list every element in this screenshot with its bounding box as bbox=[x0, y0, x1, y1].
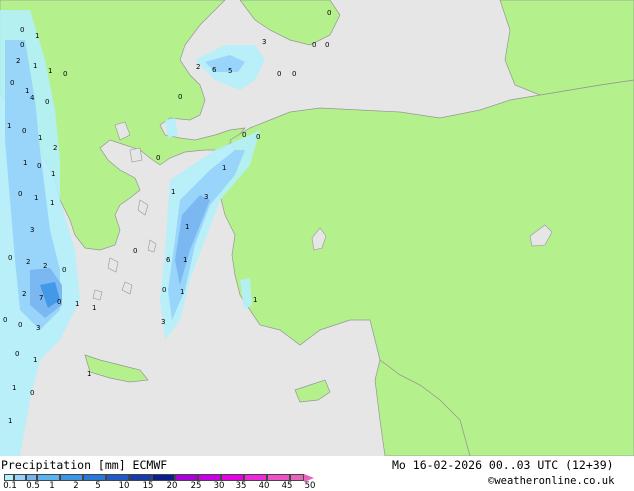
legend-swatch bbox=[290, 474, 304, 481]
value-label: 7 bbox=[39, 294, 43, 302]
value-label: 1 bbox=[185, 223, 189, 231]
value-label: 0 bbox=[62, 266, 66, 274]
value-label: 1 bbox=[35, 32, 39, 40]
value-label: 2 bbox=[26, 258, 30, 266]
legend-swatch bbox=[83, 474, 106, 481]
value-label: 0 bbox=[256, 133, 260, 141]
value-label: 1 bbox=[38, 134, 42, 142]
legend-swatch bbox=[14, 474, 26, 481]
legend-swatch bbox=[129, 474, 152, 481]
value-label: 6 bbox=[166, 256, 171, 264]
value-label: 0 bbox=[162, 286, 166, 294]
value-label: 0 bbox=[327, 9, 331, 17]
value-label: 1 bbox=[253, 296, 257, 304]
legend-color-bar bbox=[4, 473, 314, 482]
forecast-datetime: Mo 16-02-2026 00..03 UTC (12+39) bbox=[392, 458, 614, 472]
legend-swatch bbox=[267, 474, 290, 481]
legend-swatch bbox=[152, 474, 175, 481]
value-label: 0 bbox=[312, 41, 316, 49]
northeast-land bbox=[499, 0, 634, 96]
value-label: 6 bbox=[212, 66, 217, 74]
value-label: 1 bbox=[87, 370, 91, 378]
value-label: 2 bbox=[196, 63, 200, 71]
value-label: 0 bbox=[63, 70, 67, 78]
value-label: 2 bbox=[16, 57, 20, 65]
value-label: 3 bbox=[262, 38, 266, 46]
value-label: 0 bbox=[242, 131, 246, 139]
value-label: 0 bbox=[15, 350, 19, 358]
value-label: 0 bbox=[37, 162, 41, 170]
value-label: 0 bbox=[57, 298, 61, 306]
value-label: 1 bbox=[33, 356, 37, 364]
value-label: 1 bbox=[180, 288, 184, 296]
value-label: 0 bbox=[18, 321, 22, 329]
value-label: 3 bbox=[30, 226, 34, 234]
value-label: 0 bbox=[133, 247, 137, 255]
value-label: 0 bbox=[325, 41, 329, 49]
value-label: 0 bbox=[45, 98, 49, 106]
value-label: 1 bbox=[222, 164, 226, 172]
value-label: 0 bbox=[30, 389, 34, 397]
credit-text[interactable]: ©weatheronline.co.uk bbox=[488, 475, 614, 487]
value-label: 1 bbox=[171, 188, 175, 196]
value-label: 5 bbox=[228, 67, 232, 75]
value-label: 0 bbox=[20, 26, 24, 34]
value-label: 0 bbox=[178, 93, 182, 101]
value-label: 2 bbox=[53, 144, 57, 152]
legend-swatch bbox=[244, 474, 267, 481]
legend-swatch bbox=[37, 474, 60, 481]
value-label: 0 bbox=[277, 70, 281, 78]
value-label: 1 bbox=[92, 304, 96, 312]
value-label: 1 bbox=[34, 194, 38, 202]
value-label: 1 bbox=[7, 122, 11, 130]
value-label: 1 bbox=[48, 67, 52, 75]
value-label: 0 bbox=[292, 70, 296, 78]
value-label: 1 bbox=[33, 62, 37, 70]
map-canvas: 0 1 0 2 1 1 0 0 1 4 0 1 0 1 2 1 0 1 0 1 … bbox=[0, 0, 634, 456]
legend-swatch bbox=[26, 474, 37, 481]
value-label: 0 bbox=[18, 190, 22, 198]
value-label: 1 bbox=[23, 159, 27, 167]
value-label: 0 bbox=[22, 127, 26, 135]
value-label: 0 bbox=[3, 316, 7, 324]
value-label: 3 bbox=[204, 193, 208, 201]
value-label: 1 bbox=[75, 300, 79, 308]
value-label: 1 bbox=[25, 87, 29, 95]
value-label: 2 bbox=[43, 262, 47, 270]
legend-swatch bbox=[198, 474, 221, 481]
value-label: 0 bbox=[156, 154, 160, 162]
value-label: 0 bbox=[8, 254, 12, 262]
value-label: 1 bbox=[183, 256, 187, 264]
value-label: 4 bbox=[30, 94, 35, 102]
map-title: Precipitation [mm] ECMWF bbox=[1, 458, 168, 472]
precipitation-map: 0 1 0 2 1 1 0 0 1 4 0 1 0 1 2 1 0 1 0 1 … bbox=[0, 0, 634, 456]
value-label: 1 bbox=[50, 199, 54, 207]
legend-swatch bbox=[106, 474, 129, 481]
value-label: 2 bbox=[22, 290, 26, 298]
legend-swatch bbox=[221, 474, 244, 481]
legend-swatch bbox=[4, 474, 14, 481]
legend-swatch bbox=[175, 474, 198, 481]
legend-swatch bbox=[60, 474, 83, 481]
value-label: 1 bbox=[12, 384, 16, 392]
value-label: 0 bbox=[20, 41, 24, 49]
value-label: 1 bbox=[8, 417, 12, 425]
value-label: 0 bbox=[10, 79, 14, 87]
value-label: 1 bbox=[51, 170, 55, 178]
value-label: 3 bbox=[161, 318, 165, 326]
value-label: 3 bbox=[36, 324, 40, 332]
